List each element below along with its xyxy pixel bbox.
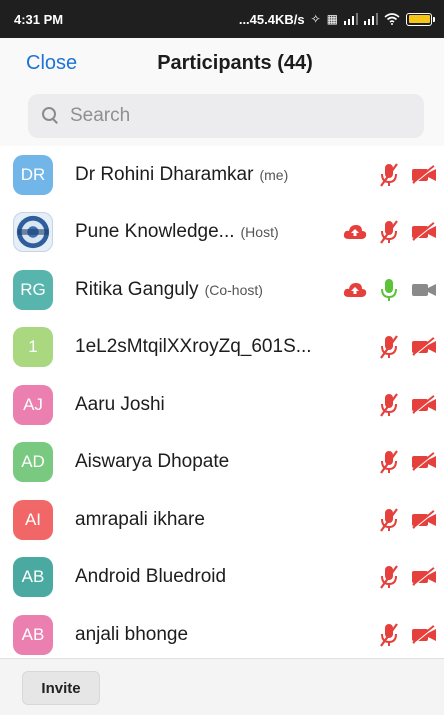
video-off-icon[interactable]	[410, 509, 438, 530]
participant-row[interactable]: 1 1eL2sMtqilXXroyZq_601S...	[0, 319, 444, 377]
avatar: AB	[13, 614, 53, 655]
data-saver-icon: ✧	[310, 12, 321, 26]
search-input[interactable]	[70, 105, 390, 127]
participant-name: Dr Rohini Dharamkar	[75, 163, 254, 185]
participant-row[interactable]: AB Android Bluedroid	[0, 549, 444, 607]
participant-row[interactable]: Pune Knowledge... (Host)	[0, 204, 444, 262]
participant-name: Aiswarya Dhopate	[75, 451, 230, 473]
participant-name: Pune Knowledge...	[75, 221, 235, 243]
participant-row[interactable]: AI amrapali ikhare	[0, 491, 444, 549]
microphone-muted-icon[interactable]	[378, 622, 400, 648]
wifi-icon	[384, 13, 400, 25]
video-off-icon[interactable]	[410, 337, 438, 357]
participant-row[interactable]: DR Dr Rohini Dharamkar (me)	[0, 146, 444, 204]
participant-name: Ritika Ganguly	[75, 278, 199, 300]
participant-name-wrap: Pune Knowledge... (Host)	[75, 221, 279, 243]
participant-name-wrap: Aiswarya Dhopate	[75, 451, 229, 473]
participant-name: amrapali ikhare	[75, 508, 205, 530]
participant-role: (Co-host)	[204, 281, 263, 298]
participant-status-icons	[378, 449, 438, 475]
participant-status-icons	[378, 162, 438, 188]
avatar: AB	[13, 557, 53, 598]
participant-status-icons	[378, 334, 438, 360]
host-logo-avatar	[13, 212, 53, 253]
avatar: AD	[13, 442, 53, 483]
participant-name: Aaru Joshi	[75, 393, 165, 415]
network-speed: ...45.4KB/s	[238, 11, 305, 27]
microphone-icon[interactable]	[378, 277, 400, 303]
sim-icon: ▦	[326, 12, 338, 26]
microphone-muted-icon[interactable]	[378, 392, 400, 418]
cloud-recording-icon	[342, 281, 368, 299]
search-icon	[42, 107, 60, 125]
cloud-recording-icon	[342, 223, 368, 241]
avatar: 1	[13, 327, 53, 368]
participant-row[interactable]: RG Ritika Ganguly (Co-host)	[0, 261, 444, 319]
participant-status-icons	[378, 622, 438, 648]
participant-role: (Host)	[240, 224, 279, 241]
microphone-muted-icon[interactable]	[378, 507, 400, 533]
participant-row[interactable]: AJ Aaru Joshi	[0, 376, 444, 434]
participant-status-icons	[378, 507, 438, 533]
status-time: 4:31 PM	[14, 11, 64, 27]
microphone-muted-icon[interactable]	[378, 449, 400, 475]
battery-level	[408, 15, 430, 23]
search-box[interactable]	[28, 94, 424, 138]
participant-status-icons	[342, 277, 438, 303]
status-icons: ...45.4KB/s ✧ ▦	[238, 11, 435, 27]
signal-icon-2	[364, 13, 378, 25]
avatar: RG	[13, 269, 53, 310]
participant-list: DR Dr Rohini Dharamkar (me) Pune Knowledge.…	[0, 146, 444, 664]
participant-role: (me)	[259, 166, 289, 183]
participant-name-wrap: Ritika Ganguly (Co-host)	[75, 279, 263, 301]
participant-name: anjali bhonge	[75, 623, 189, 645]
video-off-icon[interactable]	[410, 624, 438, 645]
avatar: DR	[13, 154, 53, 195]
microphone-muted-icon[interactable]	[378, 162, 400, 188]
participant-status-icons	[378, 564, 438, 590]
microphone-muted-icon[interactable]	[378, 334, 400, 360]
status-bar: 4:31 PM ...45.4KB/s ✧ ▦	[0, 0, 444, 38]
participant-name: 1eL2sMtqilXXroyZq_601S...	[75, 336, 312, 358]
signal-icon-1	[344, 13, 358, 25]
participant-row[interactable]: AB anjali bhonge	[0, 606, 444, 664]
microphone-muted-icon[interactable]	[378, 564, 400, 590]
page-title: Participants (44)	[157, 52, 313, 74]
invite-button[interactable]: Invite	[22, 671, 100, 705]
battery-icon	[406, 12, 435, 26]
avatar: AJ	[13, 384, 53, 425]
participant-name-wrap: Dr Rohini Dharamkar (me)	[75, 164, 288, 186]
participant-status-icons	[342, 219, 438, 245]
header: Close Participants (44)	[0, 38, 444, 90]
participant-name-wrap: 1eL2sMtqilXXroyZq_601S...	[75, 336, 312, 358]
microphone-muted-icon[interactable]	[378, 219, 400, 245]
participant-name-wrap: Aaru Joshi	[75, 394, 165, 416]
participant-name: Android Bluedroid	[75, 566, 227, 588]
video-off-icon[interactable]	[410, 567, 438, 587]
search-area	[0, 90, 444, 146]
video-off-icon[interactable]	[410, 394, 438, 415]
participant-name-wrap: amrapali ikhare	[75, 509, 205, 531]
video-off-icon[interactable]	[410, 452, 438, 472]
video-off-icon[interactable]	[410, 222, 438, 242]
footer: Invite	[0, 658, 444, 715]
avatar: AI	[13, 499, 53, 540]
participant-status-icons	[378, 392, 438, 418]
participant-name-wrap: anjali bhonge	[75, 624, 188, 646]
video-camera-icon[interactable]	[410, 280, 438, 300]
participant-name-wrap: Android Bluedroid	[75, 566, 226, 588]
participant-row[interactable]: AD Aiswarya Dhopate	[0, 434, 444, 492]
video-off-icon[interactable]	[410, 164, 438, 185]
